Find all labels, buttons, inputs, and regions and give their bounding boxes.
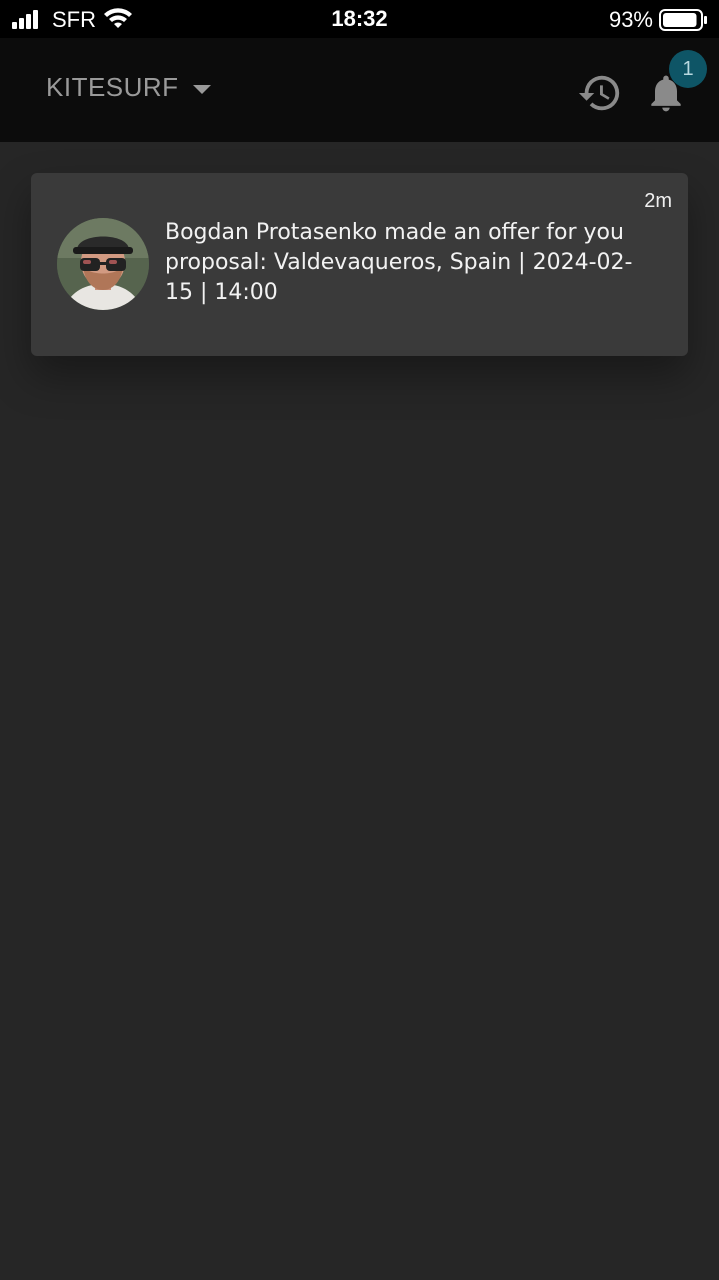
caret-down-icon	[192, 85, 211, 94]
category-dropdown[interactable]: KITESURF	[46, 72, 211, 103]
user-avatar	[57, 218, 149, 310]
notification-time: 2m	[644, 190, 672, 212]
app-screen: SFR 18:32 93% KITESURF 1 2m Bogdan Prota…	[0, 0, 719, 1280]
history-icon	[578, 75, 620, 111]
status-bar: SFR 18:32 93%	[0, 0, 719, 38]
app-header: KITESURF	[0, 38, 719, 142]
battery-percent: 93%	[608, 7, 653, 32]
notification-item[interactable]: 2m Bogdan Protasenko made an offer for y…	[31, 173, 688, 356]
history-button[interactable]	[577, 70, 623, 116]
category-label: KITESURF	[46, 72, 179, 102]
battery-icon	[659, 9, 707, 31]
notification-message: Bogdan Protasenko made an offer for you …	[165, 220, 633, 305]
notification-count-badge: 1	[669, 50, 707, 88]
